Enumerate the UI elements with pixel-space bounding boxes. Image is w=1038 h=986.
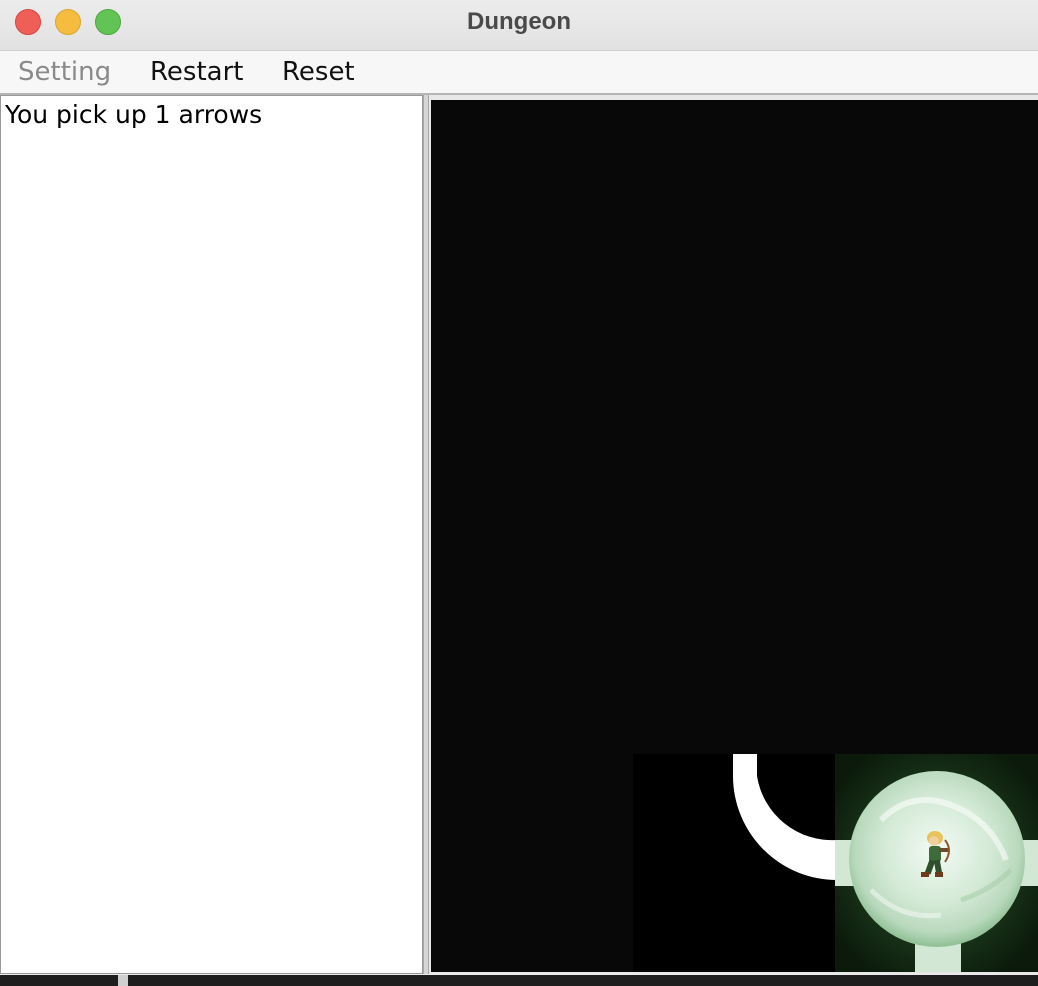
app-window: Dungeon Setting Restart Reset You pick u…	[0, 0, 1038, 975]
dungeon-map-svg	[633, 754, 1038, 972]
background-terminal-fragment	[0, 975, 1038, 986]
message-log-panel[interactable]: You pick up 1 arrows	[0, 95, 423, 974]
log-message: You pick up 1 arrows	[5, 100, 263, 129]
menu-restart[interactable]: Restart	[150, 51, 243, 93]
game-map[interactable]	[431, 100, 1038, 972]
game-view-panel[interactable]	[429, 95, 1038, 974]
menu-setting[interactable]: Setting	[18, 51, 111, 93]
background-divider	[118, 975, 128, 986]
title-bar[interactable]: Dungeon	[0, 0, 1038, 51]
menu-bar: Setting Restart Reset	[0, 51, 1038, 95]
menu-reset[interactable]: Reset	[282, 51, 355, 93]
window-title: Dungeon	[467, 8, 571, 35]
